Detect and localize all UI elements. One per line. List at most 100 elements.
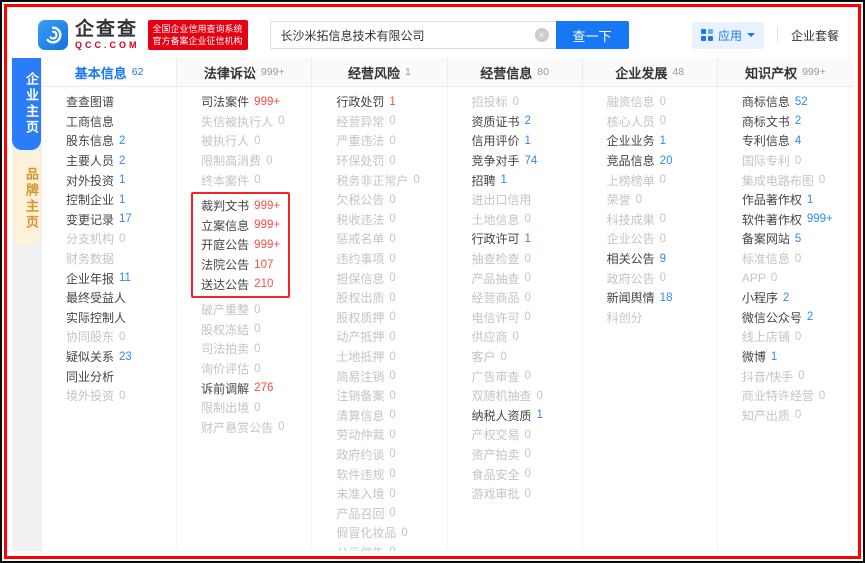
list-item[interactable]: 股权出质0 [336, 288, 446, 308]
list-item[interactable]: 注销备案0 [336, 386, 446, 406]
list-item[interactable]: 企业业务1 [607, 131, 717, 151]
list-item[interactable]: 抽查检查0 [472, 249, 582, 269]
tab-basic-info[interactable]: 基本信息62 [42, 58, 177, 86]
list-item[interactable]: 政府约谈0 [336, 445, 446, 465]
list-item[interactable]: 控制企业1 [66, 190, 176, 210]
list-item[interactable]: 税收违法0 [336, 210, 446, 230]
search-button[interactable]: 查一下 [556, 21, 629, 49]
list-item[interactable]: 线上店铺0 [742, 327, 853, 347]
tab-legal[interactable]: 法律诉讼999+ [177, 58, 312, 86]
search-input[interactable] [270, 21, 556, 49]
list-item[interactable]: 纳税人资质1 [472, 406, 582, 426]
list-item[interactable]: 竞争对手74 [472, 151, 582, 171]
list-item[interactable]: 产品抽查0 [472, 268, 582, 288]
list-item[interactable]: 游戏审批0 [472, 484, 582, 504]
list-item[interactable]: 行政处罚1 [336, 92, 446, 112]
list-item[interactable]: 竞品信息20 [607, 151, 717, 171]
list-item[interactable]: 假冒化妆品0 [336, 523, 446, 543]
list-item[interactable]: 股东信息2 [66, 131, 176, 151]
list-item[interactable]: 企业公告0 [607, 229, 717, 249]
list-item[interactable]: 股权质押0 [336, 308, 446, 328]
list-item[interactable]: 对外投资1 [66, 170, 176, 190]
list-item[interactable]: 软件著作权999+ [742, 210, 853, 230]
list-item[interactable]: 标准信息0 [742, 249, 853, 269]
apps-menu-button[interactable]: 应用 [692, 22, 764, 49]
list-item[interactable]: 商业特许经营0 [742, 386, 853, 406]
list-item[interactable]: 最终受益人 [66, 288, 176, 308]
list-item[interactable]: 财务数据 [66, 249, 176, 269]
list-item[interactable]: 进出口信用 [472, 190, 582, 210]
list-item[interactable]: 分支机构0 [66, 229, 176, 249]
list-item[interactable]: 集成电路布图0 [742, 170, 853, 190]
list-item[interactable]: 软件违规0 [336, 464, 446, 484]
list-item[interactable]: 客户0 [472, 347, 582, 367]
list-item[interactable]: 作品著作权1 [742, 190, 853, 210]
list-item[interactable]: 法院公告107 [201, 255, 280, 275]
list-item[interactable]: 商标文书2 [742, 112, 853, 132]
list-item[interactable]: 科技成果0 [607, 210, 717, 230]
tab-ip[interactable]: 知识产权999+ [718, 58, 853, 86]
list-item[interactable]: 行政许可1 [472, 229, 582, 249]
list-item[interactable]: 信用评价1 [472, 131, 582, 151]
list-item[interactable]: 公示催告0 [336, 543, 446, 551]
list-item[interactable]: 产品召回0 [336, 503, 446, 523]
list-item[interactable]: 主要人员2 [66, 151, 176, 171]
list-item[interactable]: 商标信息52 [742, 92, 853, 112]
list-item[interactable]: 企业年报11 [66, 268, 176, 288]
list-item[interactable]: 土地抵押0 [336, 347, 446, 367]
list-item[interactable]: 资质证书2 [472, 112, 582, 132]
list-item[interactable]: 知产出质0 [742, 406, 853, 426]
list-item[interactable]: 招投标0 [472, 92, 582, 112]
list-item[interactable]: 境外投资0 [66, 386, 176, 406]
list-item[interactable]: 微信公众号2 [742, 308, 853, 328]
list-item[interactable]: 限制出境0 [201, 398, 311, 418]
list-item[interactable]: 疑似关系23 [66, 347, 176, 367]
list-item[interactable]: 广告审查0 [472, 366, 582, 386]
list-item[interactable]: 抖音/快手0 [742, 366, 853, 386]
list-item[interactable]: 限制高消费0 [201, 151, 311, 171]
list-item[interactable]: 食品安全0 [472, 464, 582, 484]
list-item[interactable]: 未准入境0 [336, 484, 446, 504]
list-item[interactable]: 资产拍卖0 [472, 445, 582, 465]
list-item[interactable]: 欠税公告0 [336, 190, 446, 210]
list-item[interactable]: 土地信息0 [472, 210, 582, 230]
list-item[interactable]: 同业分析 [66, 366, 176, 386]
list-item[interactable]: 微博1 [742, 347, 853, 367]
list-item[interactable]: 协同股东0 [66, 327, 176, 347]
list-item[interactable]: APP0 [742, 268, 853, 288]
list-item[interactable]: 司法拍卖0 [201, 339, 311, 359]
tab-operating[interactable]: 经营信息80 [448, 58, 583, 86]
list-item[interactable]: 国际专利0 [742, 151, 853, 171]
list-item[interactable]: 供应商0 [472, 327, 582, 347]
list-item[interactable]: 备案网站5 [742, 229, 853, 249]
list-item[interactable]: 双随机抽查0 [472, 386, 582, 406]
side-tab-brand-home[interactable]: 品牌主页 [12, 153, 41, 245]
list-item[interactable]: 税务非正常户0 [336, 170, 446, 190]
list-item[interactable]: 终本案件0 [201, 170, 311, 190]
list-item[interactable]: 司法案件999+ [201, 92, 311, 112]
list-item[interactable]: 裁判文书999+ [201, 196, 280, 216]
list-item[interactable]: 经营异常0 [336, 112, 446, 132]
enterprise-package-link[interactable]: 企业套餐 [791, 27, 839, 44]
list-item[interactable]: 惩戒名单0 [336, 229, 446, 249]
list-item[interactable]: 清算信息0 [336, 406, 446, 426]
list-item[interactable]: 劳动仲裁0 [336, 425, 446, 445]
list-item[interactable]: 立案信息999+ [201, 216, 280, 236]
list-item[interactable]: 担保信息0 [336, 268, 446, 288]
list-item[interactable]: 变更记录17 [66, 210, 176, 230]
clear-search-icon[interactable]: × [535, 28, 549, 42]
list-item[interactable]: 环保处罚0 [336, 151, 446, 171]
list-item[interactable]: 简易注销0 [336, 366, 446, 386]
list-item[interactable]: 破产重整0 [201, 300, 311, 320]
qcc-logo[interactable]: 企查查 QCC.COM 全国企业信用查询系统 官方备案企业征信机构 [38, 20, 248, 50]
list-item[interactable]: 电信许可0 [472, 308, 582, 328]
list-item[interactable]: 政府公告0 [607, 268, 717, 288]
tab-risk[interactable]: 经营风险1 [312, 58, 447, 86]
side-tab-company-home[interactable]: 企业主页 [12, 58, 41, 150]
list-item[interactable]: 核心人员0 [607, 112, 717, 132]
list-item[interactable]: 上榜榜单0 [607, 170, 717, 190]
list-item[interactable]: 实际控制人 [66, 308, 176, 328]
list-item[interactable]: 相关公告9 [607, 249, 717, 269]
list-item[interactable]: 工商信息 [66, 112, 176, 132]
list-item[interactable]: 开庭公告999+ [201, 235, 280, 255]
